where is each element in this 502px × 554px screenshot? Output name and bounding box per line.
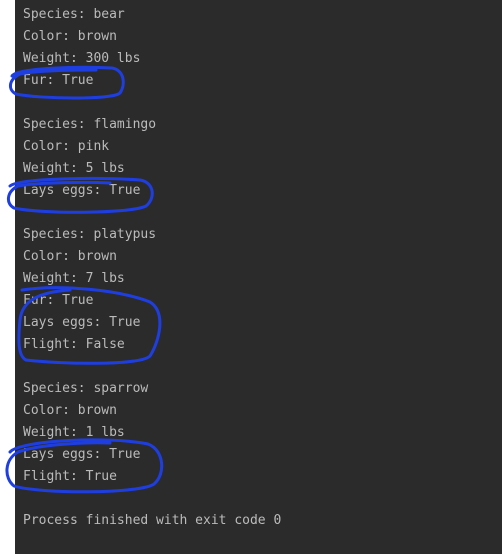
- output-line-color-bear: Color: brown: [23, 29, 117, 44]
- output-line-species-sparrow: Species: sparrow: [23, 381, 149, 396]
- output-line-species-platypus: Species: platypus: [23, 227, 157, 242]
- output-line-species-bear: Species: bear: [23, 7, 125, 22]
- output-line-species-flamingo: Species: flamingo: [23, 117, 157, 132]
- run-console-output: Species: bear Color: brown Weight: 300 l…: [15, 0, 502, 554]
- output-line-weight-sparrow: Weight: 1 lbs: [23, 425, 125, 440]
- output-line-color-platypus: Color: brown: [23, 249, 117, 264]
- output-line-color-flamingo: Color: pink: [23, 139, 110, 154]
- output-line-lays-eggs-sparrow: Lays eggs: True: [23, 447, 141, 462]
- output-line-weight-bear: Weight: 300 lbs: [23, 51, 141, 66]
- output-line-flight-sparrow: Flight: True: [23, 469, 117, 484]
- output-line-lays-eggs-platypus: Lays eggs: True: [23, 315, 141, 330]
- output-line-weight-flamingo: Weight: 5 lbs: [23, 161, 125, 176]
- output-line-lays-eggs-flamingo: Lays eggs: True: [23, 183, 141, 198]
- clipped-top-edge: [15, 0, 502, 3]
- output-line-color-sparrow: Color: brown: [23, 403, 117, 418]
- output-line-weight-platypus: Weight: 7 lbs: [23, 271, 125, 286]
- output-line-fur-bear: Fur: True: [23, 73, 94, 88]
- process-finished-message: Process finished with exit code 0: [23, 513, 282, 528]
- output-line-flight-platypus: Flight: False: [23, 337, 125, 352]
- output-line-fur-platypus: Fur: True: [23, 293, 94, 308]
